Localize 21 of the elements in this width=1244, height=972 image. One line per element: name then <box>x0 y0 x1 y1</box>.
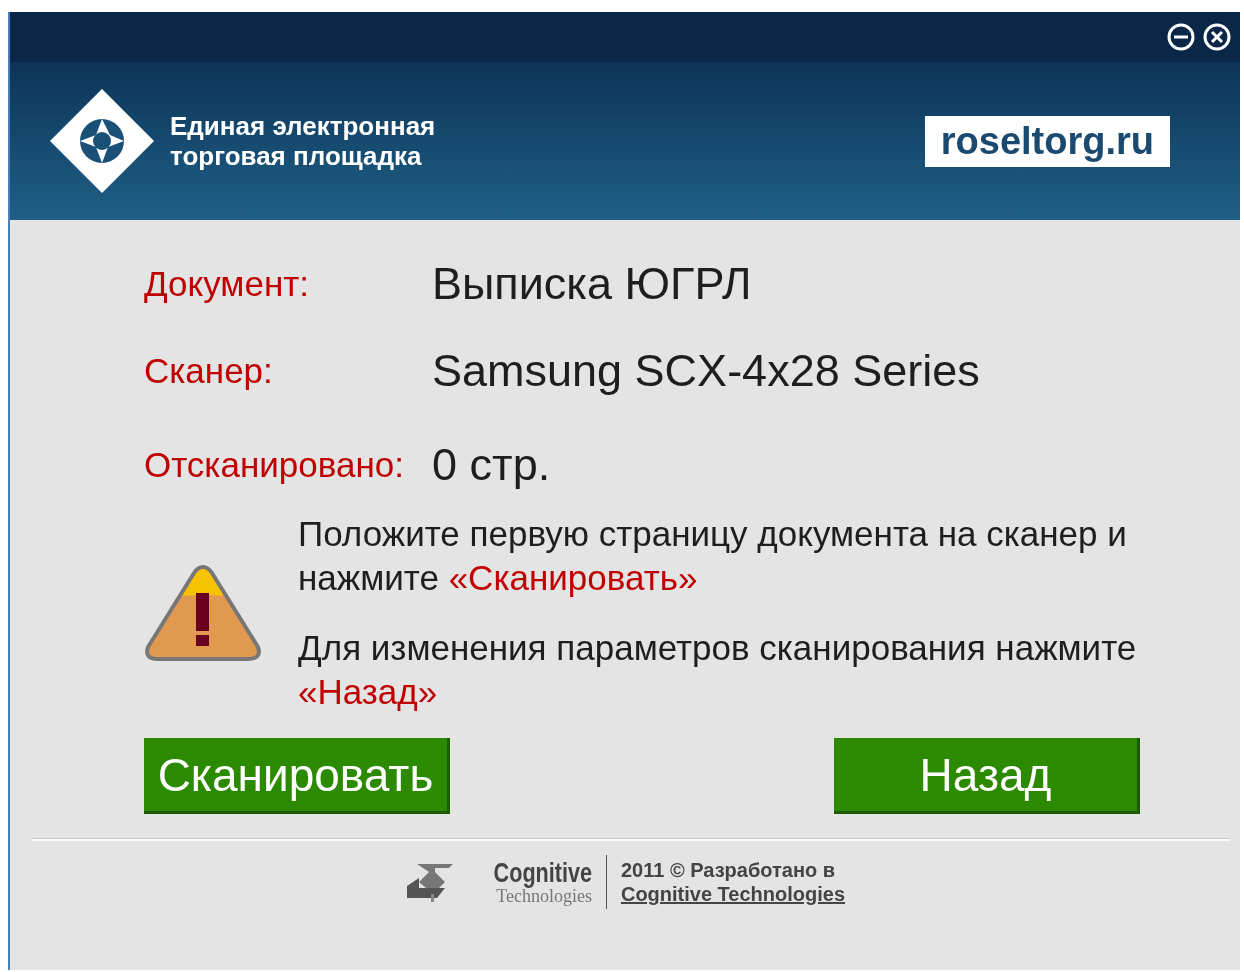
scan-button[interactable]: Сканировать <box>144 738 450 814</box>
field-value: 0 стр. <box>432 439 552 491</box>
brand-subtitle: Technologies <box>496 886 592 905</box>
brand-text: торговая площадка <box>170 141 423 171</box>
brand-text: Единая электронная <box>170 111 437 141</box>
instruction-text: Для изменения параметров сканирования нажмите «Назад» <box>298 627 1138 713</box>
warning-icon <box>144 563 262 663</box>
field-label: Документ: <box>144 264 310 304</box>
field-label: Отсканировано: <box>144 445 405 485</box>
back-button[interactable]: Назад <box>834 738 1140 814</box>
field-value: Выписка ЮГРЛ <box>432 258 753 310</box>
minimize-icon[interactable] <box>1166 22 1196 52</box>
brand-name: Cognitive <box>493 859 592 887</box>
field-value: Samsung SCX-4x28 Series <box>432 345 981 397</box>
developer-link[interactable]: Cognitive Technologies <box>620 882 846 906</box>
field-label: Сканер: <box>144 351 274 391</box>
close-icon[interactable] <box>1202 22 1232 52</box>
logo-icon <box>48 87 156 195</box>
copyright-text: 2011 © Разработано в <box>620 858 837 882</box>
instruction-text: Положите первую страницу документа на сканер и нажмите «Сканировать» <box>298 513 1128 599</box>
site-label: roseltorg.ru <box>924 115 1170 167</box>
